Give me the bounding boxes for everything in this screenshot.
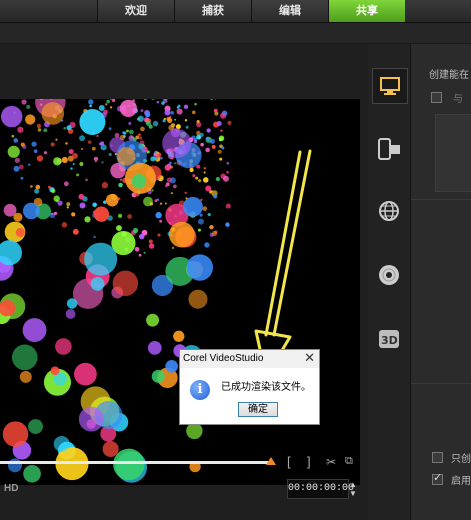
web-upload-button[interactable] bbox=[372, 194, 406, 228]
dialog-body: i 已成功渲染该文件。 确定 bbox=[180, 368, 319, 424]
timecode-display[interactable]: 00:00:00:00 bbox=[287, 479, 354, 499]
divider bbox=[411, 383, 471, 384]
option-label: 与 bbox=[453, 94, 463, 105]
enable-checkbox[interactable] bbox=[432, 471, 443, 485]
hd-label: HD bbox=[4, 483, 19, 494]
share-category-column: 3D bbox=[368, 44, 411, 520]
create-title: 创建能在 bbox=[429, 70, 469, 81]
computer-output-button[interactable] bbox=[372, 68, 408, 104]
workspace-tab-bar: 欢迎 捕获 编辑 共享 bbox=[0, 0, 471, 23]
timeline-scrubber[interactable] bbox=[0, 461, 272, 464]
toolbar-strip bbox=[0, 23, 471, 43]
svg-text:3D: 3D bbox=[381, 334, 398, 347]
disc-output-button[interactable] bbox=[372, 258, 406, 292]
tab-share[interactable]: 共享 bbox=[328, 0, 405, 22]
ok-button[interactable]: 确定 bbox=[238, 402, 278, 417]
format-list[interactable] bbox=[435, 114, 471, 192]
bokeh-video-frame bbox=[0, 99, 360, 485]
render-complete-dialog: Corel VideoStudio ✕ i 已成功渲染该文件。 确定 bbox=[179, 349, 320, 425]
create-only-label: 只创 bbox=[451, 454, 471, 465]
mobile-device-icon bbox=[378, 138, 400, 160]
timecode-stepper[interactable]: ▲ ▼ bbox=[349, 480, 357, 498]
tab-welcome[interactable]: 欢迎 bbox=[97, 0, 174, 22]
3d-icon: 3D bbox=[379, 330, 399, 348]
create-only-checkbox[interactable] bbox=[432, 452, 443, 463]
monitor-icon bbox=[380, 77, 400, 95]
enable-label: 启用 bbox=[451, 476, 471, 487]
info-icon: i bbox=[190, 380, 210, 400]
share-options: 创建能在 与 只创 启用 bbox=[411, 44, 471, 520]
dialog-title: Corel VideoStudio bbox=[183, 353, 264, 364]
divider bbox=[411, 199, 471, 200]
share-panel: 3D 创建能在 与 只创 启用 bbox=[368, 44, 471, 520]
device-output-button[interactable] bbox=[372, 132, 406, 166]
enlarge-icon[interactable]: ⧉ bbox=[345, 455, 353, 468]
preview-window[interactable] bbox=[0, 99, 360, 485]
3d-output-button[interactable]: 3D bbox=[372, 322, 406, 356]
web-globe-icon bbox=[379, 201, 399, 221]
option-checkbox[interactable] bbox=[431, 92, 442, 103]
cut-icon[interactable]: ✂ bbox=[326, 455, 336, 469]
tab-edit[interactable]: 编辑 bbox=[251, 0, 328, 22]
disc-icon bbox=[379, 265, 399, 285]
scrub-head[interactable] bbox=[266, 457, 276, 465]
close-icon[interactable]: ✕ bbox=[304, 350, 315, 366]
mark-in-button[interactable]: [ bbox=[287, 454, 291, 469]
preview-panel: [ ] ✂ ⧉ HD 00:00:00:00 ▲ ▼ bbox=[0, 44, 368, 520]
tab-capture[interactable]: 捕获 bbox=[174, 0, 251, 22]
mark-out-button[interactable]: ] bbox=[307, 454, 311, 469]
dialog-message: 已成功渲染该文件。 bbox=[221, 382, 311, 393]
